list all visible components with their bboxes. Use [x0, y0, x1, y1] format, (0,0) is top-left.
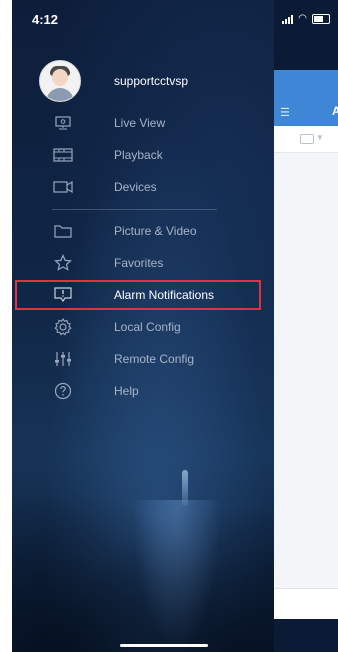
menu-label: Devices: [114, 180, 157, 194]
film-icon: [52, 145, 74, 165]
home-indicator[interactable]: [120, 644, 208, 647]
folder-icon: [52, 221, 74, 241]
menu-label: Remote Config: [114, 352, 195, 366]
camera-filter-icon[interactable]: [300, 134, 314, 144]
signal-icon: [282, 14, 294, 24]
menu-item-help[interactable]: Help: [12, 377, 262, 405]
menu-label: Live View: [114, 116, 166, 130]
menu-item-live-view[interactable]: Live View: [12, 109, 262, 137]
side-drawer: 4:12 supportcctvsp Live View Playback De…: [12, 0, 274, 652]
main-content-peek: ◠ ☰ A ▼: [274, 0, 338, 652]
monitor-icon: [52, 113, 74, 133]
menu-label: Playback: [114, 148, 163, 162]
menu-icon[interactable]: ☰: [280, 106, 290, 119]
menu-label: Local Config: [114, 320, 181, 334]
wifi-icon: ◠: [298, 13, 307, 24]
menu-item-local-config[interactable]: Local Config: [12, 313, 262, 341]
menu-item-devices[interactable]: Devices: [12, 173, 262, 201]
selection-highlight: [15, 280, 261, 310]
avatar[interactable]: [39, 60, 81, 102]
content-area: [274, 126, 338, 588]
help-icon: [52, 381, 74, 401]
username[interactable]: supportcctvsp: [114, 74, 188, 88]
status-icons: ◠: [282, 14, 330, 24]
background-glow: [132, 500, 222, 650]
menu-divider: [52, 209, 217, 210]
chevron-down-icon[interactable]: ▼: [316, 133, 324, 142]
menu-item-playback[interactable]: Playback: [12, 141, 262, 169]
menu-label: Favorites: [114, 256, 164, 270]
header-title: A: [332, 104, 338, 118]
status-time: 4:12: [32, 12, 59, 27]
bottom-bar: [274, 588, 338, 619]
menu-item-picture-video[interactable]: Picture & Video: [12, 217, 262, 245]
camera-icon: [52, 177, 74, 197]
background-figure: [182, 470, 188, 506]
menu-label: Help: [114, 384, 139, 398]
star-icon: [52, 253, 74, 273]
sliders-icon: [52, 349, 74, 369]
gear-icon: [52, 317, 74, 337]
phone-screen: 4:12 supportcctvsp Live View Playback De…: [12, 0, 338, 652]
menu-item-remote-config[interactable]: Remote Config: [12, 345, 262, 373]
menu-item-favorites[interactable]: Favorites: [12, 249, 262, 277]
battery-icon: [312, 14, 330, 24]
menu-label: Picture & Video: [114, 224, 197, 238]
